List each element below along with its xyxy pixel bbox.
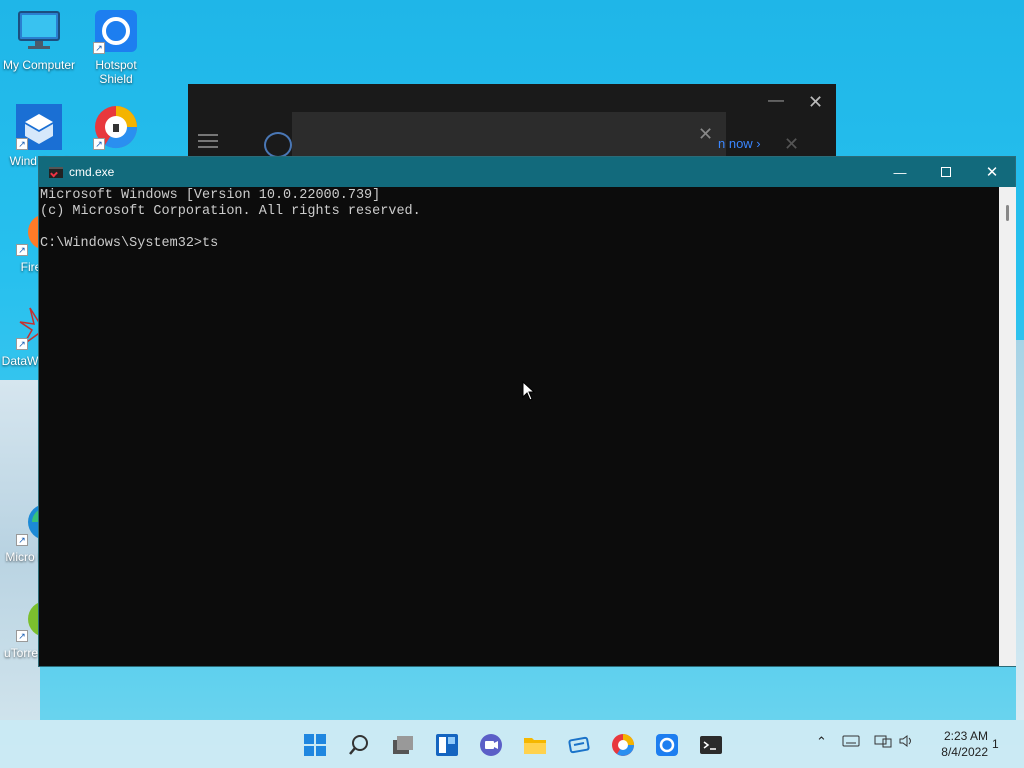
network-icon[interactable] [874, 734, 892, 751]
hotspot-shield-icon: ↗ [93, 8, 139, 54]
search-button[interactable] [344, 730, 374, 760]
search-icon [349, 735, 368, 755]
show-hidden-icons-icon[interactable]: ⌃ [816, 734, 827, 750]
shortcut-arrow-icon: ↗ [16, 630, 28, 642]
notification-badge[interactable]: 1 [992, 737, 999, 751]
mouse-cursor-icon [522, 380, 536, 401]
desktop-icon-label: uTorre [3, 646, 38, 660]
browser-button[interactable] [608, 730, 638, 760]
window-title: cmd.exe [69, 165, 115, 179]
minimize-icon[interactable]: — [768, 92, 784, 110]
shortcut-arrow-icon: ↗ [16, 338, 28, 350]
secure-browser-icon: ↗ [93, 104, 139, 150]
start-button[interactable] [300, 730, 330, 760]
desktop-icon-hotspot-shield[interactable]: ↗ Hotspot Shield [77, 8, 155, 86]
promo-link[interactable]: n now › [718, 136, 761, 151]
maximize-button[interactable] [923, 157, 969, 187]
keyboard-icon[interactable] [842, 734, 860, 751]
app-logo-icon [264, 132, 292, 158]
console-prompt-line[interactable]: C:\Windows\System32>ts [40, 236, 999, 252]
start-icon [304, 734, 326, 756]
hamburger-menu-icon[interactable] [198, 134, 218, 148]
terminal-icon [700, 736, 722, 754]
shortcut-arrow-icon: ↗ [16, 244, 28, 256]
monitor-icon [16, 8, 62, 54]
file-explorer-button[interactable] [520, 730, 550, 760]
taskbar-app-button[interactable] [564, 730, 594, 760]
console-output[interactable]: Microsoft Windows [Version 10.0.22000.73… [39, 187, 999, 666]
close-icon[interactable]: ✕ [808, 92, 823, 113]
taskbar: ⌃ 2:23 AM 8/4/2022 1 [0, 720, 1024, 768]
widgets-icon [436, 734, 458, 756]
app-icon [568, 736, 590, 754]
desktop-icon-browser[interactable]: ↗ [77, 104, 155, 154]
shortcut-arrow-icon: ↗ [16, 534, 28, 546]
clock-time: 2:23 AM [943, 729, 988, 743]
cmd-app-icon [49, 166, 63, 178]
dialog-close-icon[interactable]: ✕ [698, 124, 713, 145]
scrollbar-thumb[interactable] [1006, 205, 1009, 221]
console-line: Microsoft Windows [Version 10.0.22000.73… [40, 188, 381, 203]
hotspot-shield-taskbar-button[interactable] [652, 730, 682, 760]
sandbox-icon: ↗ [16, 104, 62, 150]
teams-chat-icon [480, 734, 502, 756]
desktop-icon-label: DataW [1, 354, 39, 368]
desktop-icon-label: My Computer [2, 58, 76, 72]
task-view-icon [393, 736, 413, 754]
teams-chat-button[interactable] [476, 730, 506, 760]
maximize-icon [941, 167, 951, 177]
task-view-button[interactable] [388, 730, 418, 760]
cmd-titlebar[interactable]: cmd.exe — ✕ [39, 157, 1015, 187]
minimize-icon: — [893, 164, 907, 180]
shortcut-arrow-icon: ↗ [93, 42, 105, 54]
vertical-scrollbar[interactable] [999, 187, 1016, 666]
clock-date: 8/4/2022 [941, 745, 988, 759]
console-line: (c) Microsoft Corporation. All rights re… [40, 204, 421, 219]
desktop-icon-label: Hotspot Shield [95, 58, 137, 86]
shortcut-arrow-icon: ↗ [16, 138, 28, 150]
close-button[interactable]: ✕ [969, 157, 1015, 187]
desktop-icon-my-computer[interactable]: My Computer [0, 8, 78, 72]
close-icon: ✕ [985, 164, 999, 181]
volume-icon[interactable] [898, 734, 916, 751]
promo-close-icon[interactable]: ✕ [784, 134, 799, 155]
browser-icon [612, 734, 634, 756]
widgets-button[interactable] [432, 730, 462, 760]
hotspot-shield-icon [656, 734, 678, 756]
background-dialog [292, 112, 726, 162]
file-explorer-icon [524, 738, 546, 754]
taskbar-clock[interactable]: 2:23 AM 8/4/2022 [922, 728, 988, 760]
shortcut-arrow-icon: ↗ [93, 138, 105, 150]
terminal-button[interactable] [696, 730, 726, 760]
cmd-window[interactable]: cmd.exe — ✕ Microsoft Windows [Version 1… [38, 156, 1016, 667]
wallpaper-right [1016, 340, 1024, 720]
minimize-button[interactable]: — [877, 157, 923, 187]
